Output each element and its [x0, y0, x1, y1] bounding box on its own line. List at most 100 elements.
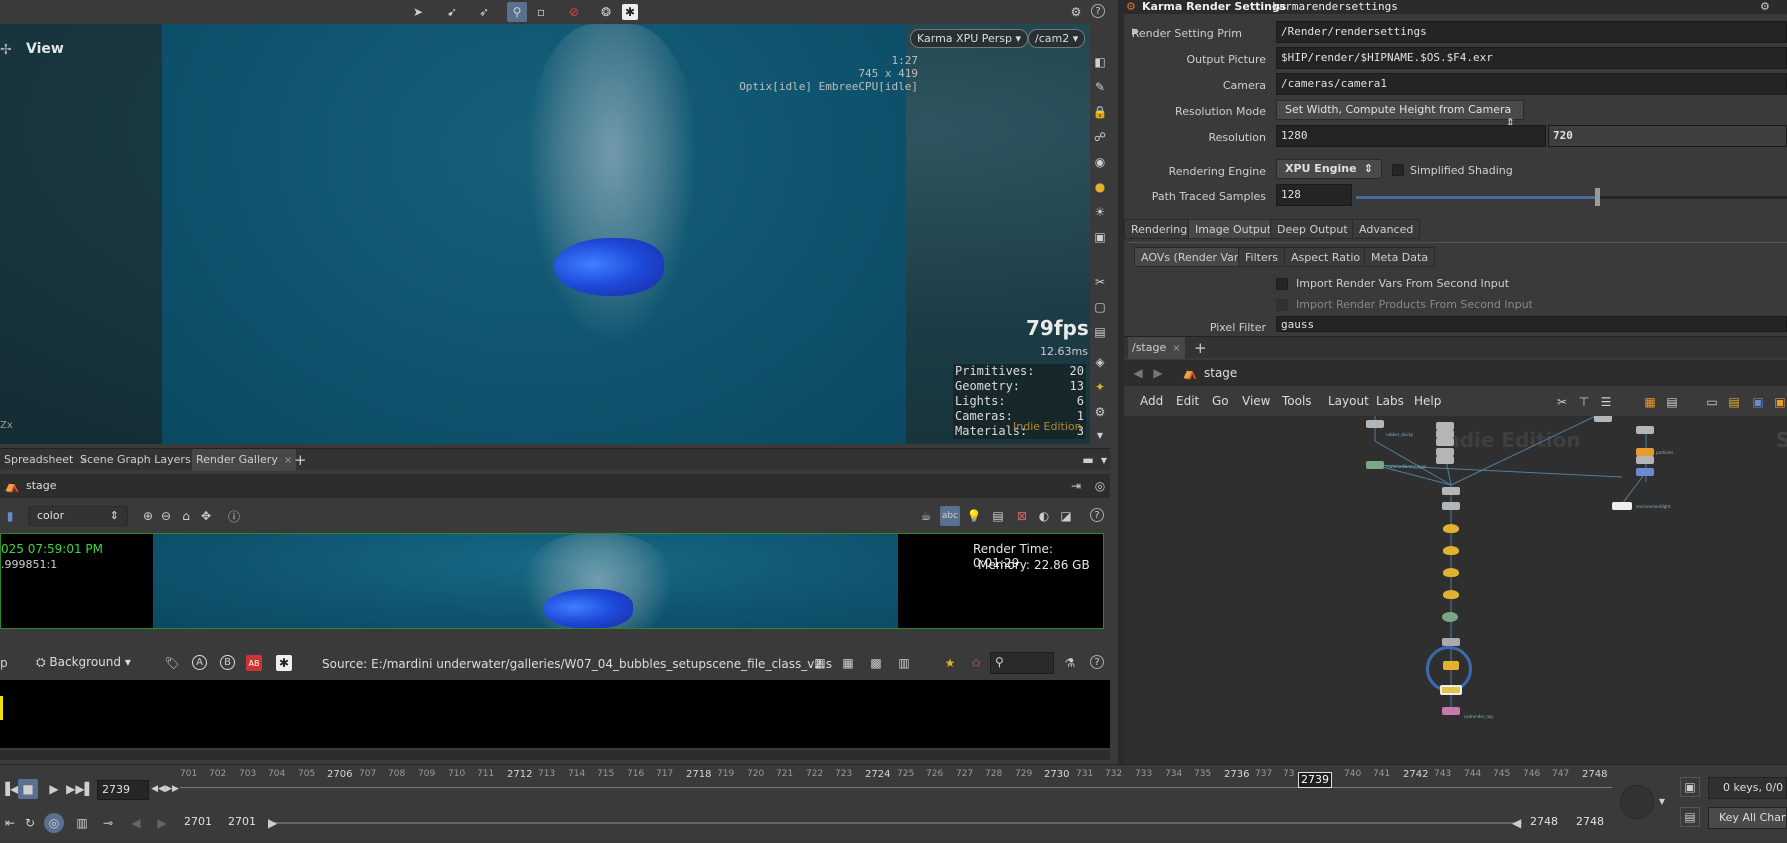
- help-icon[interactable]: ?: [1091, 4, 1105, 18]
- tab-image-output[interactable]: Image Output: [1188, 219, 1279, 239]
- network-node[interactable]: [1636, 448, 1654, 456]
- path-traced-samples-field[interactable]: 128: [1276, 184, 1352, 206]
- realtime-toggle-icon[interactable]: ⇤: [2, 815, 18, 831]
- range-slider[interactable]: ▶ ◀: [268, 816, 1522, 830]
- current-frame-field[interactable]: 2739: [97, 780, 149, 800]
- network-node[interactable]: [1436, 430, 1454, 438]
- rendering-engine-menu[interactable]: XPU Engine ⇕: [1276, 159, 1382, 179]
- snap-icon[interactable]: ❂: [598, 4, 614, 20]
- audio-icon[interactable]: ▥: [74, 815, 90, 831]
- close-icon[interactable]: ×: [1172, 343, 1180, 354]
- resolution-height-field[interactable]: 720: [1548, 125, 1787, 147]
- path-stage[interactable]: stage: [26, 479, 57, 492]
- renderer-menu[interactable]: Karma XPU Persp ▾: [910, 29, 1029, 48]
- home-icon[interactable]: ⌂: [178, 508, 194, 524]
- menu-edit[interactable]: Edit: [1176, 394, 1199, 408]
- range-end-field-2[interactable]: 2748: [1572, 813, 1612, 833]
- light-node[interactable]: [1443, 590, 1459, 599]
- snapshot-icon[interactable]: ✂: [1092, 274, 1108, 290]
- gear-icon[interactable]: ⚙: [1760, 0, 1770, 13]
- network-node[interactable]: [1442, 487, 1460, 495]
- link-icon[interactable]: ◎: [1092, 478, 1108, 494]
- light-bulb-icon[interactable]: ●: [1092, 179, 1108, 195]
- menu-tools[interactable]: Tools: [1282, 394, 1312, 408]
- network-path[interactable]: stage: [1204, 366, 1237, 380]
- key-all-channels-button[interactable]: Key All Chann: [1708, 807, 1787, 829]
- aov-menu[interactable]: color ⇕: [28, 506, 128, 526]
- timeline-ruler[interactable]: 701 702 703 704 705 2706 707 708 709 710…: [180, 765, 1612, 799]
- stop-button[interactable]: ■: [18, 779, 38, 799]
- network-box-icon[interactable]: ▣: [1772, 394, 1787, 410]
- pin-icon[interactable]: ⇥: [1068, 478, 1084, 494]
- menu-go[interactable]: Go: [1212, 394, 1229, 408]
- lights-icon[interactable]: ✦: [1092, 379, 1108, 395]
- karma-render-settings-node[interactable]: [1440, 685, 1462, 695]
- import-vars-checkbox[interactable]: [1276, 278, 1288, 290]
- add-tab-icon[interactable]: +: [1190, 337, 1211, 359]
- filter-star-icon[interactable]: ★: [942, 655, 958, 671]
- key-manager-icon[interactable]: ▣: [1680, 777, 1700, 797]
- headlight-icon[interactable]: ☀: [1092, 204, 1108, 220]
- list-icon[interactable]: ☰: [1598, 394, 1614, 410]
- network-node[interactable]: [1442, 502, 1460, 510]
- play-forward-icon[interactable]: ▶: [46, 781, 62, 797]
- settings-badge-icon[interactable]: ✱: [276, 655, 292, 671]
- back-icon[interactable]: ◀: [1130, 365, 1146, 381]
- label-toggle-icon[interactable]: abc: [940, 506, 960, 526]
- tab-render-gallery[interactable]: Render Gallery ×: [192, 449, 297, 471]
- range-end-handle[interactable]: ◀: [1512, 816, 1521, 830]
- wrench-icon[interactable]: ✂: [1554, 394, 1570, 410]
- light-node[interactable]: [1443, 568, 1459, 577]
- menu-view[interactable]: View: [1242, 394, 1270, 408]
- playback-dial[interactable]: [1620, 785, 1654, 819]
- contrast-icon[interactable]: ◐: [1036, 508, 1052, 524]
- tab-scene-graph-layers[interactable]: Scene Graph Layers×: [76, 449, 209, 471]
- gallery-icon[interactable]: ▮: [2, 508, 18, 524]
- help-icon[interactable]: ?: [1090, 655, 1104, 669]
- pixel-filter-field[interactable]: gauss: [1276, 316, 1787, 332]
- subtab-aspect-ratio[interactable]: Aspect Ratio: [1284, 247, 1368, 267]
- color-correct-icon[interactable]: ◈: [1092, 354, 1108, 370]
- samples-slider-handle[interactable]: [1595, 188, 1600, 206]
- network-node[interactable]: [1636, 426, 1654, 434]
- grid-medium-icon[interactable]: ▦: [840, 655, 856, 671]
- menu-layout[interactable]: Layout: [1328, 394, 1369, 408]
- teapot-icon[interactable]: ☕: [918, 508, 934, 524]
- filmstrip-icon[interactable]: ▥: [896, 655, 912, 671]
- image-icon[interactable]: ▣: [1750, 394, 1766, 410]
- filter-icon[interactable]: ⚗: [1062, 655, 1078, 671]
- key-icon[interactable]: ⊸: [100, 815, 116, 831]
- ghost-icon[interactable]: ☍: [1092, 129, 1108, 145]
- tab-rendering[interactable]: Rendering: [1124, 219, 1195, 239]
- viewport-canvas[interactable]: ✢ View Karma XPU Persp ▾ /cam2 ▾ 1:27 74…: [0, 24, 1090, 444]
- gallery-thumbnail-area[interactable]: [0, 680, 1110, 748]
- network-node[interactable]: [1436, 456, 1454, 464]
- grid-icon[interactable]: ▤: [1664, 394, 1680, 410]
- compare-icon[interactable]: ◪: [1058, 508, 1074, 524]
- range-start-handle[interactable]: ▶: [268, 816, 277, 830]
- network-canvas[interactable]: Indie Edition S rubber_ducky materiallib…: [1124, 416, 1787, 764]
- network-node[interactable]: [1636, 456, 1654, 464]
- network-node[interactable]: [1366, 420, 1384, 428]
- network-node[interactable]: [1442, 612, 1458, 622]
- node-name-field[interactable]: karmarendersettings: [1272, 0, 1398, 13]
- transform-tool-icon[interactable]: ➶: [476, 4, 492, 20]
- frame-icon[interactable]: ▢: [1092, 299, 1108, 315]
- tab-stage[interactable]: /stage ×: [1128, 337, 1185, 359]
- fit-icon[interactable]: ✥: [198, 508, 214, 524]
- network-node[interactable]: [1436, 438, 1454, 446]
- subtab-filters[interactable]: Filters: [1238, 247, 1285, 267]
- record-icon[interactable]: ⊘: [566, 4, 582, 20]
- network-node[interactable]: [1366, 461, 1384, 469]
- palette-icon[interactable]: ▦: [1642, 394, 1658, 410]
- light-icon[interactable]: ✎: [1092, 79, 1108, 95]
- render-snapshot-image[interactable]: [153, 534, 898, 628]
- info-icon[interactable]: ⓘ: [226, 508, 242, 524]
- current-frame-marker[interactable]: 2739: [1298, 772, 1332, 788]
- snapshot-save-icon[interactable]: ▤: [990, 508, 1006, 524]
- light-node[interactable]: [1443, 661, 1459, 670]
- range-start-field[interactable]: 2701: [180, 813, 226, 833]
- camera-menu[interactable]: /cam2 ▾: [1028, 29, 1086, 48]
- note-icon[interactable]: ▤: [1726, 394, 1742, 410]
- step-next-key-icon[interactable]: ▶▶: [164, 781, 180, 797]
